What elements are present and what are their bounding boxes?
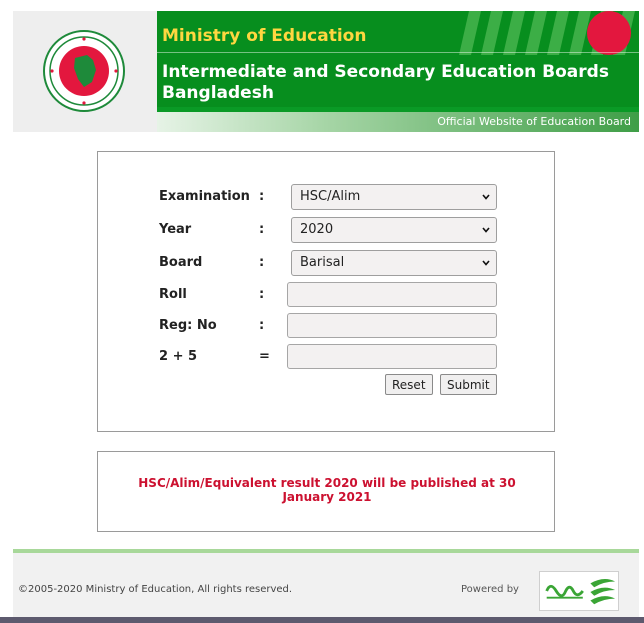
chevron-down-icon <box>482 227 490 233</box>
chevron-down-icon <box>482 260 490 266</box>
submit-button[interactable]: Submit <box>440 374 497 395</box>
examination-value: HSC/Alim <box>300 189 361 204</box>
reg-no-input[interactable] <box>287 313 497 338</box>
notice-box: HSC/Alim/Equivalent result 2020 will be … <box>97 451 555 532</box>
board-value: Barisal <box>300 255 345 270</box>
site-header: Ministry of Education Intermediate and S… <box>13 11 639 132</box>
captcha-input[interactable] <box>287 344 497 369</box>
reg-no-row: Reg: No : <box>98 313 554 339</box>
row-separator: : <box>259 287 265 302</box>
ministry-title: Ministry of Education <box>162 26 367 46</box>
board-select[interactable]: Barisal <box>291 250 497 276</box>
teletalk-logo-icon[interactable] <box>539 571 619 611</box>
banner-divider <box>157 52 639 53</box>
site-footer: ©2005-2020 Ministry of Education, All ri… <box>13 553 639 617</box>
chevron-down-icon <box>482 194 490 200</box>
powered-by-label: Powered by <box>461 584 519 595</box>
row-separator: : <box>259 189 265 204</box>
examination-row: Examination : HSC/Alim <box>98 184 554 210</box>
government-seal-icon[interactable] <box>43 30 125 112</box>
roll-input[interactable] <box>287 282 497 307</box>
year-select[interactable]: 2020 <box>291 217 497 243</box>
captcha-question: 2 + 5 <box>159 349 198 364</box>
window-bottom-bar <box>0 617 644 623</box>
board-label: Board <box>159 255 203 270</box>
examination-select[interactable]: HSC/Alim <box>291 184 497 210</box>
banner-stripes-icon <box>459 11 635 55</box>
header-banner: Ministry of Education Intermediate and S… <box>157 11 639 132</box>
examination-label: Examination <box>159 189 250 204</box>
board-name: Intermediate and Secondary Education Boa… <box>162 62 609 103</box>
year-value: 2020 <box>300 222 334 237</box>
row-separator: : <box>259 255 265 270</box>
copyright-text: ©2005-2020 Ministry of Education, All ri… <box>18 584 293 595</box>
row-separator: : <box>259 222 265 237</box>
row-separator: = <box>259 349 270 364</box>
official-website-label: Official Website of Education Board <box>157 112 639 132</box>
reset-button[interactable]: Reset <box>385 374 433 395</box>
year-row: Year : 2020 <box>98 217 554 243</box>
roll-row: Roll : <box>98 282 554 308</box>
logo-box <box>13 11 157 132</box>
row-separator: : <box>259 318 265 333</box>
result-form: Examination : HSC/Alim Year : 2020 Board… <box>97 151 555 432</box>
captcha-row: 2 + 5 = <box>98 344 554 370</box>
reg-no-label: Reg: No <box>159 318 217 333</box>
roll-label: Roll <box>159 287 187 302</box>
result-notice: HSC/Alim/Equivalent result 2020 will be … <box>138 476 516 504</box>
board-row: Board : Barisal <box>98 250 554 276</box>
year-label: Year <box>159 222 192 237</box>
